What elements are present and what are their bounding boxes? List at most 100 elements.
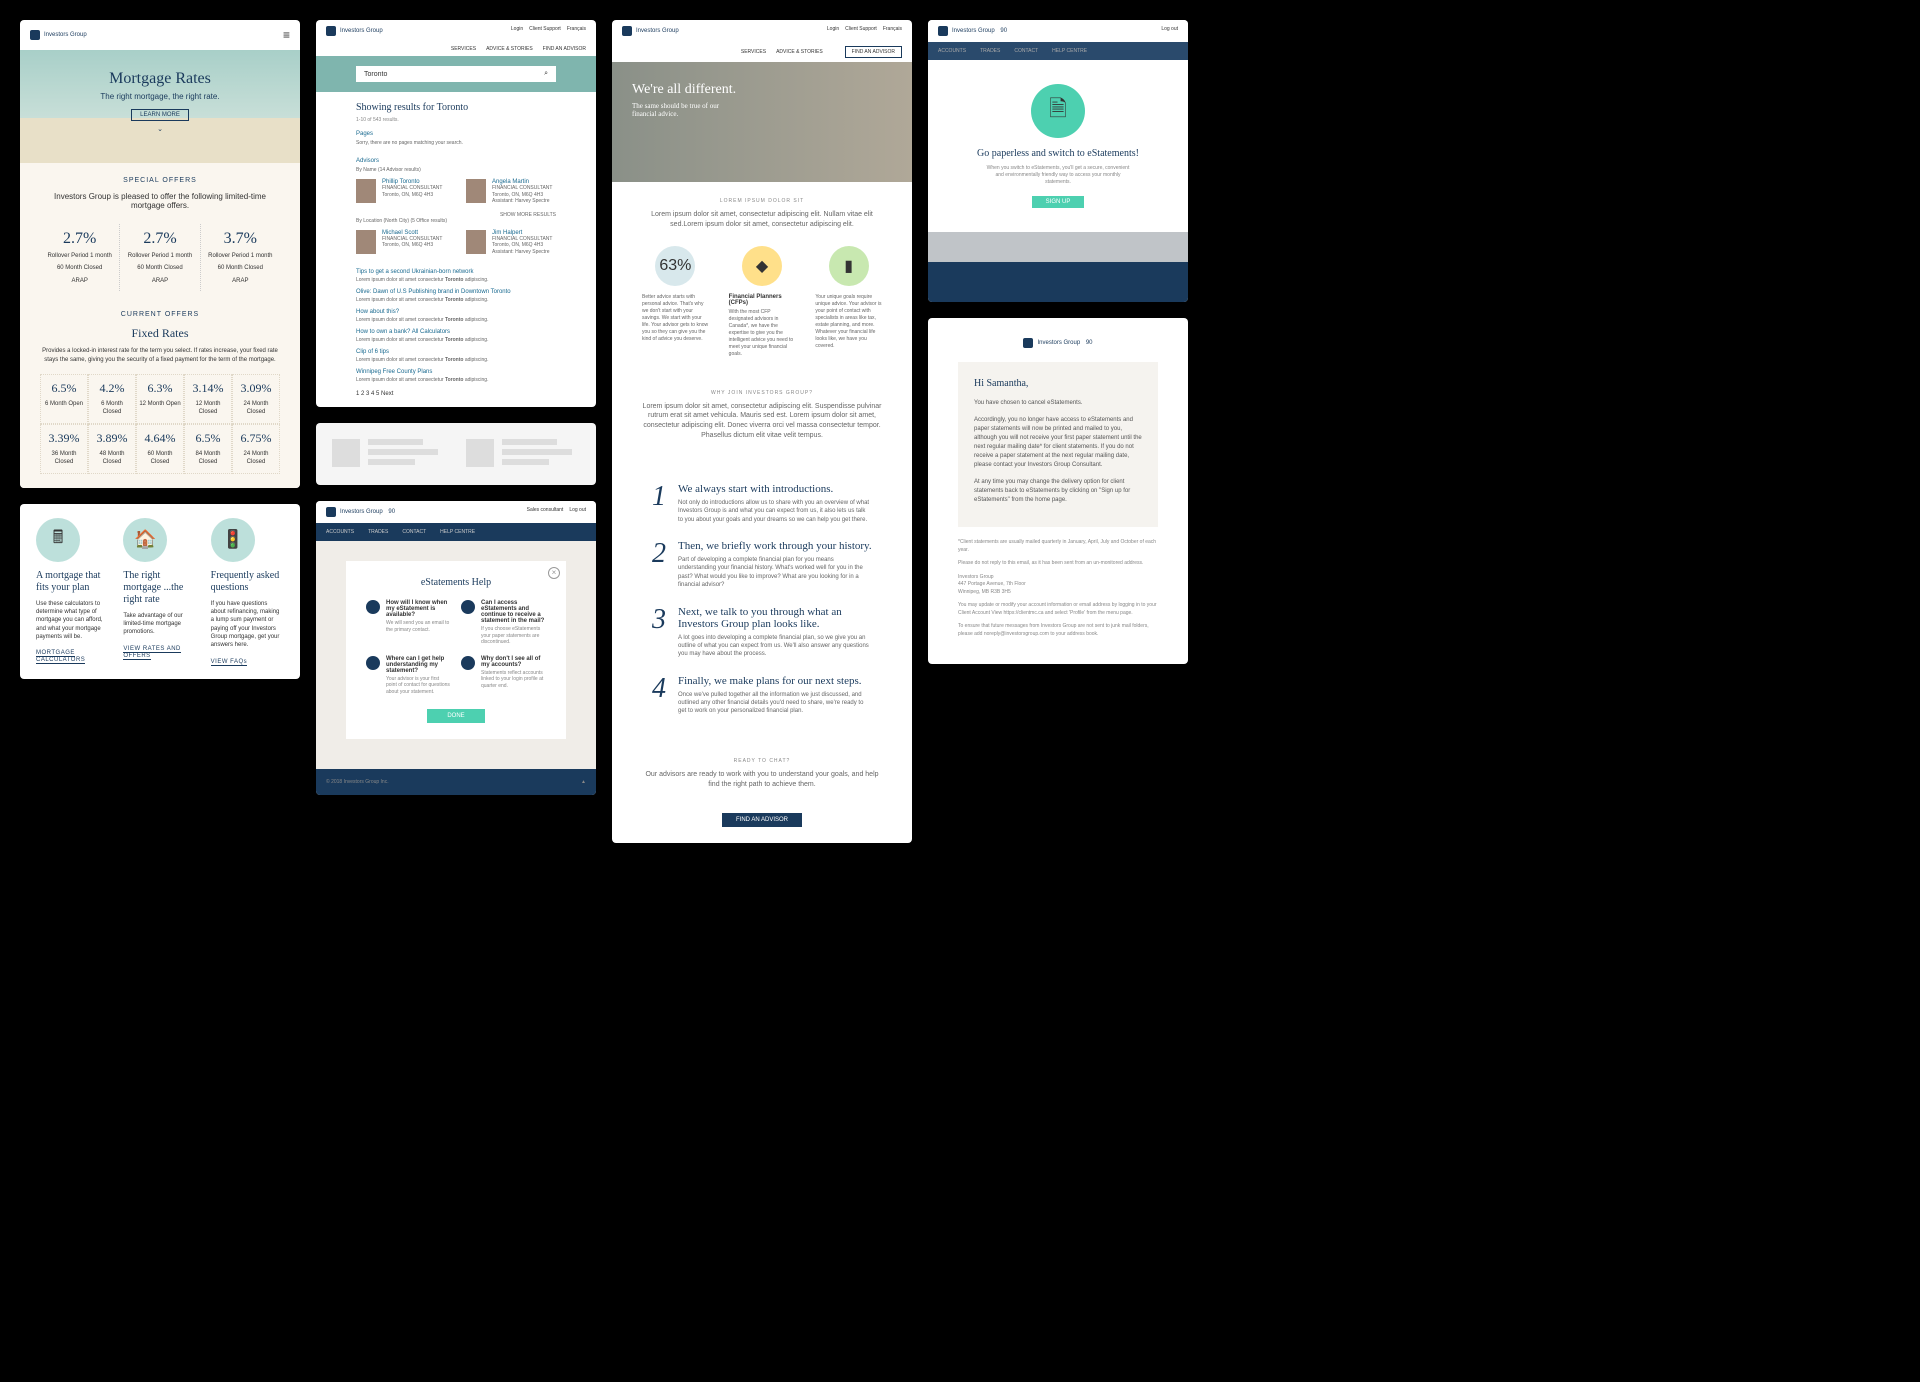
result-link[interactable]: How about this? [356,309,556,315]
nav-link[interactable]: FIND AN ADVISOR [543,46,586,52]
footnote: To ensure that future messages from Inve… [958,623,1158,638]
result-link[interactable]: How to own a bank? All Calculators [356,329,556,335]
logout-link[interactable]: Log out [1161,26,1178,32]
nav-link[interactable]: ACCOUNTS [326,529,354,535]
hero: We're all different. The same should be … [612,62,912,182]
nav-link[interactable]: ACCOUNTS [938,48,966,54]
top-link[interactable]: Français [567,26,586,32]
nav-link[interactable]: HELP CENTRE [1052,48,1087,54]
estatements-help-card: Investors Group 90 Sales consultant Log o… [316,501,596,795]
avatar [356,230,376,254]
feature-col: ▮Your unique goals require unique advice… [815,246,882,358]
show-more-link[interactable]: SHOW MORE RESULTS [500,212,556,218]
rate-cell: 3.39%36 Month Closed [40,424,88,474]
nav-link[interactable]: SERVICES [451,46,476,52]
tiles-card: 🖩A mortgage that fits your planUse these… [20,504,300,679]
nav-link[interactable]: TRADES [368,529,388,535]
hero: Mortgage Rates The right mortgage, the r… [20,50,300,163]
top-link[interactable]: Login [511,26,523,32]
advisor-card[interactable]: Jim HalpertFINANCIAL CONSULTANTToronto, … [466,230,556,256]
advisor-card[interactable]: Angela MartinFINANCIAL CONSULTANTToronto… [466,179,556,205]
close-icon[interactable]: × [548,567,560,579]
nav-link[interactable]: SERVICES [741,49,766,55]
search-icon[interactable]: ⌕ [544,70,548,78]
brand-logo: Investors Group 90 [958,338,1158,348]
result-link[interactable]: Winnipeg Free County Plans [356,369,556,375]
results-count: 1-10 of 543 results. [356,117,556,123]
advisors-heading: Advisors [356,158,556,164]
search-input[interactable]: Toronto ⌕ [356,66,556,82]
top-link[interactable]: Log out [569,507,586,513]
find-advisor-button[interactable]: FIND AN ADVISOR [722,813,802,827]
document-icon: 🗎 [1031,84,1085,138]
avatar [466,230,486,254]
menu-icon[interactable]: ≡ [283,28,290,42]
feature-icon: 63% [655,246,695,286]
top-link[interactable]: Sales consultant [527,507,564,513]
letter-card: Investors Group 90 Hi Samantha, You have… [928,318,1188,664]
advisor-card[interactable]: Phillip TorontoFINANCIAL CONSULTANTToron… [356,179,446,205]
rate-cell: 3.89%48 Month Closed [88,424,136,474]
rate-cell: 6.5%6 Month Open [40,374,88,424]
top-link[interactable]: Client Support [845,26,877,32]
search-results-card: Investors Group Login Client Support Franç… [316,20,596,407]
brand-logo: Investors Group [30,30,87,40]
find-advisor-button[interactable]: FIND AN ADVISOR [845,46,902,58]
tile: 🚦Frequently asked questionsIf you have q… [211,518,284,665]
nav-link[interactable]: ADVICE & STORIES [776,49,823,55]
avatar [466,179,486,203]
footnote: Please do not reply to this email, as it… [958,560,1158,568]
top-link[interactable]: Français [883,26,902,32]
faq-item: How will I know when my eStatement is av… [366,600,451,646]
nav-link[interactable]: TRADES [980,48,1000,54]
done-button[interactable]: DONE [427,709,484,723]
rate-cell: 2.7%Rollover Period 1 month60 Month Clos… [40,224,120,291]
skeleton-card [316,423,596,485]
section-desc: Lorem ipsum dolor sit amet, consectetur … [642,210,882,230]
rate-cell: 3.09%24 Month Closed [232,374,280,424]
rate-cell: 6.75%24 Month Closed [232,424,280,474]
bullet-icon [366,656,380,670]
bullet-icon [366,600,380,614]
mortgage-rates-card: Investors Group ≡ Mortgage Rates The rig… [20,20,300,488]
nav-link[interactable]: CONTACT [1014,48,1038,54]
feature-col: ◆Financial Planners (CFPs)With the most … [729,246,796,358]
result-link[interactable]: Olive: Dawn of U.S Publishing brand in D… [356,289,556,295]
help-modal: × eStatements Help How will I know when … [346,561,566,739]
brand-logo: Investors Group 90 [326,507,395,517]
learn-more-button[interactable]: LEARN MORE [131,109,189,121]
result-link[interactable]: Clip of 6 tips [356,349,556,355]
fixed-rates-heading: Fixed Rates [40,326,280,341]
hero-subtitle: The right mortgage, the right rate. [30,92,290,101]
were-all-different-card: Investors Group LoginClient SupportFranç… [612,20,912,843]
chevron-down-icon[interactable]: ⌄ [30,125,290,133]
feature-icon: ▮ [829,246,869,286]
nav-link[interactable]: HELP CENTRE [440,529,475,535]
pagination[interactable]: 1 2 3 4 5 Next [356,391,556,397]
faq-item: Why don't I see all of my accounts?State… [461,656,546,696]
advisor-card[interactable]: Michael ScottFINANCIAL CONSULTANTToronto… [356,230,446,256]
hero-sub: The same should be true of our financial… [632,102,732,118]
tile-icon: 🏠 [123,518,167,562]
tile-link[interactable]: MORTGAGE CALCULATORS [36,650,85,664]
step: 4Finally, we make plans for our next ste… [652,675,872,716]
go-paperless-card: Investors Group 90 Log out ACCOUNTSTRADE… [928,20,1188,302]
signup-button[interactable]: SIGN UP [1032,196,1085,208]
brand-logo: Investors Group [326,26,383,36]
fixed-rates-desc: Provides a locked-in interest rate for t… [40,347,280,364]
hero-title: We're all different. [632,82,892,98]
current-offers-heading: CURRENT OFFERS [40,311,280,318]
top-link[interactable]: Client Support [529,26,561,32]
top-link[interactable]: Login [827,26,839,32]
nav-link[interactable]: CONTACT [402,529,426,535]
pages-heading: Pages [356,131,556,137]
result-link[interactable]: Tips to get a second Ukrainian-born netw… [356,269,556,275]
tile: 🖩A mortgage that fits your planUse these… [36,518,109,665]
nav-link[interactable]: ADVICE & STORIES [486,46,533,52]
faq-item: Can I access eStatements and continue to… [461,600,546,646]
step: 3Next, we talk to you through what an In… [652,606,872,659]
tile: 🏠The right mortgage ...the right rateTak… [123,518,196,665]
tile-link[interactable]: VIEW FAQs [211,659,248,666]
tile-link[interactable]: VIEW RATES AND OFFERS [123,646,181,660]
placeholder-icon [332,439,360,467]
